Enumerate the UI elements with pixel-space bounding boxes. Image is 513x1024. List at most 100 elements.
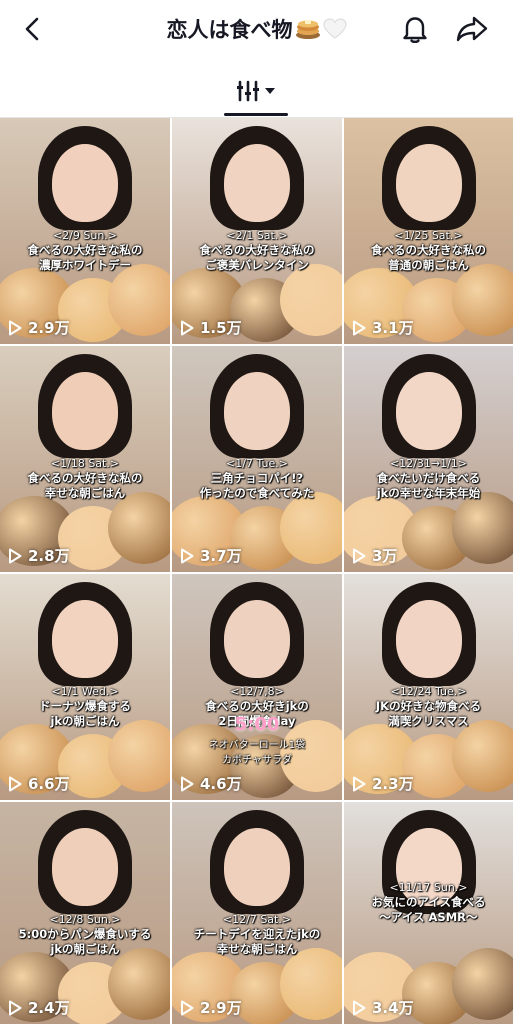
person-face bbox=[396, 372, 462, 450]
play-icon bbox=[181, 1000, 194, 1015]
white-heart-icon bbox=[322, 18, 347, 39]
view-count: 3万 bbox=[352, 545, 397, 566]
notifications-button[interactable] bbox=[396, 10, 434, 48]
page-title: 恋人は食べ物 bbox=[166, 18, 293, 42]
play-icon bbox=[181, 320, 194, 335]
video-thumbnail[interactable]: <2/1 Sat.> 食べるの大好きな私の ご褒美バレンタイン 1.5万 bbox=[172, 118, 342, 344]
title-group: 恋人は食べ物 bbox=[0, 12, 513, 46]
video-date: <1/25 Sat.> bbox=[394, 229, 463, 242]
person-face bbox=[52, 144, 118, 222]
play-icon bbox=[9, 320, 22, 335]
view-count-label: 3.4万 bbox=[372, 999, 414, 1017]
view-count: 3.1万 bbox=[352, 317, 414, 338]
view-count: 2.9万 bbox=[8, 317, 70, 338]
view-count: 2.3万 bbox=[352, 773, 414, 794]
person-face bbox=[224, 372, 290, 450]
food-item bbox=[280, 492, 342, 564]
video-title: 食べるの大好きな私の 幸せな朝ごはん bbox=[27, 471, 143, 500]
video-thumbnail[interactable]: <1/18 Sat.> 食べるの大好きな私の 幸せな朝ごはん 2.8万 bbox=[0, 346, 170, 572]
view-count-label: 6.6万 bbox=[28, 775, 70, 793]
video-thumbnail[interactable]: <1/1 Wed.> ドーナツ爆食する jkの朝ごはん 6.6万 bbox=[0, 574, 170, 800]
video-thumbnail[interactable]: <12/24 Tue.> JKの好きな物食べる 満喫クリスマス 2.3万 bbox=[344, 574, 513, 800]
person-face bbox=[396, 600, 462, 678]
view-count-label: 3万 bbox=[372, 547, 398, 565]
tab-videos-sort[interactable] bbox=[228, 74, 284, 108]
video-caption: <1/7 Tue.> 三角チョコパイ!? 作ったので食べてみた bbox=[176, 456, 338, 501]
video-caption: <12/7 Sat.> チートデイを迎えたjkの 幸せな朝ごはん bbox=[176, 912, 338, 957]
video-title: 食べるの大好きな私の ご褒美バレンタイン bbox=[199, 243, 315, 272]
video-thumbnail[interactable]: <12/7 Sat.> チートデイを迎えたjkの 幸せな朝ごはん 2.9万 bbox=[172, 802, 342, 1024]
play-icon bbox=[9, 548, 22, 563]
food-item bbox=[280, 948, 342, 1020]
timer-overlay: 5:00 bbox=[234, 714, 280, 735]
video-title: 食べるの大好きな私の 普通の朝ごはん bbox=[371, 243, 486, 272]
view-count: 1.5万 bbox=[180, 317, 242, 338]
video-thumbnail[interactable]: <12/8 Sun.> 5:00からパン爆食いする jkの朝ごはん 2.4万 bbox=[0, 802, 170, 1024]
video-caption: <2/9 Sun.> 食べるの大好きな私の 濃厚ホワイトデー bbox=[4, 228, 166, 273]
person-face bbox=[224, 144, 290, 222]
video-caption: <12/24 Tue.> JKの好きな物食べる 満喫クリスマス bbox=[348, 684, 509, 729]
video-thumbnail[interactable]: <1/25 Sat.> 食べるの大好きな私の 普通の朝ごはん 3.1万 bbox=[344, 118, 513, 344]
video-thumbnail[interactable]: <12/31→1/1> 食べたいだけ食べる jkの幸せな年末年始 3万 bbox=[344, 346, 513, 572]
video-title: 5:00からパン爆食いする jkの朝ごはん bbox=[18, 927, 152, 956]
video-title: チートデイを迎えたjkの 幸せな朝ごはん bbox=[193, 927, 321, 956]
share-icon bbox=[456, 16, 488, 42]
view-count: 4.6万 bbox=[180, 773, 242, 794]
video-date: <1/18 Sat.> bbox=[50, 457, 120, 470]
view-count: 2.8万 bbox=[8, 545, 70, 566]
video-thumbnail[interactable]: <1/7 Tue.> 三角チョコパイ!? 作ったので食べてみた 3.7万 bbox=[172, 346, 342, 572]
video-title: JKの好きな物食べる 満喫クリスマス bbox=[375, 699, 482, 728]
view-count-label: 2.8万 bbox=[28, 547, 70, 565]
video-caption: <2/1 Sat.> 食べるの大好きな私の ご褒美バレンタイン bbox=[176, 228, 338, 273]
play-icon bbox=[353, 776, 366, 791]
view-count: 2.4万 bbox=[8, 997, 70, 1018]
food-item bbox=[108, 492, 170, 564]
sort-filter-icon bbox=[237, 80, 259, 102]
play-icon bbox=[181, 548, 194, 563]
play-icon bbox=[181, 776, 194, 791]
video-date: <2/9 Sun.> bbox=[52, 229, 118, 242]
menu-overlay-text: ネオバターロール1袋 カボチャサラダ bbox=[208, 740, 306, 766]
play-icon bbox=[353, 548, 366, 563]
view-count-label: 4.6万 bbox=[200, 775, 242, 793]
video-caption: <12/8 Sun.> 5:00からパン爆食いする jkの朝ごはん bbox=[4, 912, 166, 957]
video-date: <12/31→1/1> bbox=[389, 457, 468, 470]
person-face bbox=[396, 144, 462, 222]
view-count-label: 3.7万 bbox=[200, 547, 242, 565]
video-thumbnail[interactable]: <12/7,8> 食べるの大好きjkの 2日間爆食day 5:00 ネオバターロール1… bbox=[172, 574, 342, 800]
profile-header: 恋人は食べ物 bbox=[0, 0, 513, 58]
video-date: <12/24 Tue.> bbox=[390, 685, 467, 698]
person-face bbox=[52, 600, 118, 678]
view-count: 3.7万 bbox=[180, 545, 242, 566]
caret-down-icon bbox=[265, 88, 275, 94]
video-title: 食べたいだけ食べる jkの幸せな年末年始 bbox=[376, 471, 481, 500]
video-date: <1/1 Wed.> bbox=[51, 685, 119, 698]
video-date: <2/1 Sat.> bbox=[226, 229, 288, 242]
video-title: ドーナツ爆食する jkの朝ごはん bbox=[39, 699, 131, 728]
video-caption: <1/1 Wed.> ドーナツ爆食する jkの朝ごはん bbox=[4, 684, 166, 729]
view-count-label: 2.3万 bbox=[372, 775, 414, 793]
video-date: <1/7 Tue.> bbox=[226, 457, 288, 470]
video-caption: <11/17 Sun.> お気にのアイス食べる 〜アイス ASMR〜 bbox=[348, 880, 509, 925]
video-thumbnail[interactable]: <2/9 Sun.> 食べるの大好きな私の 濃厚ホワイトデー 2.9万 bbox=[0, 118, 170, 344]
video-date: <12/8 Sun.> bbox=[49, 913, 121, 926]
person-face bbox=[224, 828, 290, 906]
share-button[interactable] bbox=[452, 10, 492, 48]
food-item bbox=[108, 720, 170, 792]
view-count-label: 1.5万 bbox=[200, 319, 242, 337]
video-thumbnail[interactable]: <11/17 Sun.> お気にのアイス食べる 〜アイス ASMR〜 3.4万 bbox=[344, 802, 513, 1024]
person-face bbox=[52, 828, 118, 906]
active-tab-indicator bbox=[224, 113, 288, 116]
food-item bbox=[108, 948, 170, 1020]
pancake-icon bbox=[295, 20, 320, 39]
play-icon bbox=[353, 1000, 366, 1015]
video-caption: <12/31→1/1> 食べたいだけ食べる jkの幸せな年末年始 bbox=[348, 456, 509, 501]
food-item bbox=[108, 264, 170, 336]
video-title: 三角チョコパイ!? 作ったので食べてみた bbox=[199, 471, 315, 500]
video-title: 食べるの大好きな私の 濃厚ホワイトデー bbox=[27, 243, 143, 272]
video-caption: <1/25 Sat.> 食べるの大好きな私の 普通の朝ごはん bbox=[348, 228, 509, 273]
play-icon bbox=[9, 776, 22, 791]
view-count-label: 2.9万 bbox=[200, 999, 242, 1017]
view-count: 6.6万 bbox=[8, 773, 70, 794]
video-title: お気にのアイス食べる 〜アイス ASMR〜 bbox=[371, 895, 486, 924]
